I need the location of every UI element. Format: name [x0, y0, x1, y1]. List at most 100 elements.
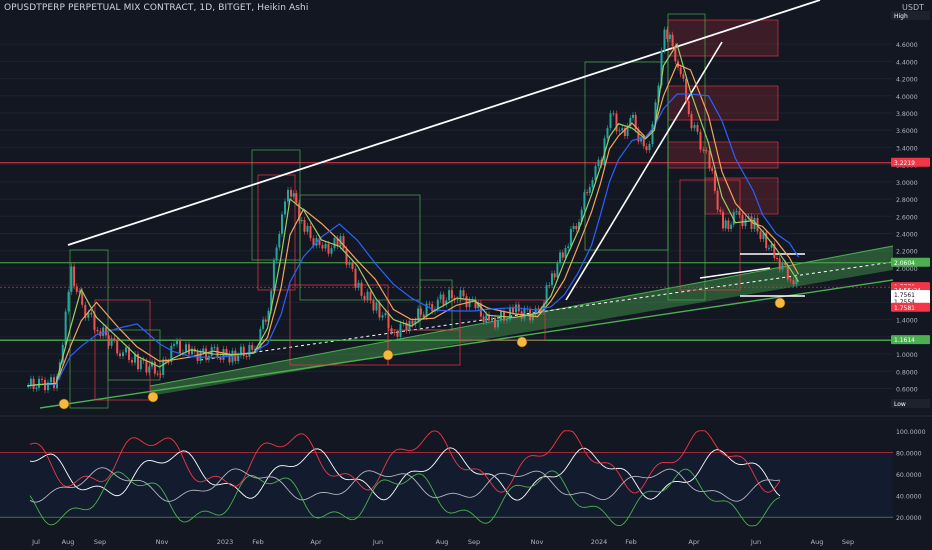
- candle: [448, 290, 451, 301]
- candle: [645, 146, 648, 151]
- candle: [148, 366, 151, 373]
- candle: [363, 295, 366, 300]
- candle: [727, 220, 730, 229]
- dashed-trendline: [199, 261, 894, 361]
- candle: [275, 247, 278, 261]
- candle: [708, 150, 711, 169]
- candle: [262, 319, 265, 329]
- candle: [468, 299, 471, 308]
- candle: [606, 128, 609, 139]
- candle: [776, 258, 778, 260]
- price-tags: High3.22192.06041.777024:55:241.75611.75…: [891, 11, 930, 408]
- candle: [70, 266, 73, 292]
- price-tag: 2.0604: [894, 260, 915, 267]
- candle: [156, 373, 159, 375]
- structure-box: [584, 61, 669, 251]
- chart-canvas[interactable]: 4.6000 4.4000 4.2000 4.0000 3.8000 3.6000 3.40…: [0, 0, 932, 550]
- candle: [53, 377, 55, 389]
- candle: [759, 231, 762, 240]
- candle: [324, 243, 327, 249]
- candle: [381, 315, 384, 318]
- candle: [618, 130, 621, 132]
- candle: [321, 245, 324, 249]
- candle: [75, 286, 78, 292]
- candle: [553, 273, 556, 278]
- candle: [575, 225, 578, 230]
- candle: [586, 192, 589, 194]
- candle: [569, 229, 572, 247]
- candle: [205, 348, 208, 360]
- candle: [588, 187, 591, 193]
- time-tick: Sep: [842, 538, 854, 546]
- time-tick: Apr: [310, 538, 322, 546]
- time-tick: Sep: [468, 538, 480, 546]
- price-tick: 4.6000: [896, 42, 918, 49]
- price-tick: 2.4000: [896, 232, 918, 239]
- price-tick: 3.4000: [896, 145, 918, 152]
- candle: [375, 302, 378, 311]
- structure-box: [251, 149, 301, 261]
- candle: [32, 378, 35, 389]
- candle: [179, 340, 181, 354]
- candle: [237, 355, 240, 362]
- structure-box: [257, 174, 296, 291]
- candle: [612, 113, 615, 115]
- candle: [93, 314, 96, 330]
- candle: [462, 290, 465, 297]
- candle: [609, 113, 612, 129]
- candle: [295, 193, 298, 204]
- candle: [245, 356, 248, 358]
- candle: [693, 124, 696, 129]
- candle: [242, 346, 245, 357]
- candle: [399, 323, 402, 337]
- candle: [741, 215, 744, 227]
- candle: [722, 211, 724, 229]
- candle: [384, 313, 387, 316]
- candle: [173, 344, 175, 346]
- candle: [735, 211, 738, 213]
- time-tick: Aug: [811, 538, 824, 546]
- candle: [110, 338, 113, 346]
- candle: [666, 29, 669, 39]
- candle: [711, 168, 714, 171]
- candle: [281, 214, 283, 234]
- candle: [699, 131, 702, 150]
- time-tick: Aug: [436, 538, 449, 546]
- candle: [278, 233, 281, 248]
- candle: [309, 225, 312, 239]
- price-tick: 1.0000: [896, 352, 918, 359]
- candle: [551, 273, 553, 286]
- candle: [679, 67, 682, 75]
- steep-trendline: [565, 41, 723, 301]
- candle: [450, 290, 453, 299]
- emoji-face-icon: [58, 398, 70, 410]
- price-tick: 2.6000: [896, 214, 918, 221]
- candle: [73, 266, 76, 287]
- price-tick: 3.8000: [896, 111, 918, 118]
- candle: [781, 262, 784, 270]
- candle: [559, 252, 562, 264]
- price-tag: 1.1614: [894, 337, 915, 344]
- candle: [497, 320, 499, 328]
- candle: [738, 211, 741, 216]
- candle: [67, 291, 70, 312]
- candle: [342, 236, 345, 249]
- candle: [264, 319, 267, 322]
- candle: [290, 189, 292, 197]
- supply-zone: [704, 177, 779, 215]
- structure-box: [299, 194, 421, 301]
- candle: [419, 308, 422, 315]
- candle: [792, 280, 795, 285]
- price-tick: 4.0000: [896, 94, 918, 101]
- candle: [354, 268, 357, 288]
- candle: [41, 378, 43, 380]
- candle: [572, 225, 575, 230]
- candle: [523, 308, 526, 319]
- candle: [671, 34, 674, 47]
- time-tick: Jun: [750, 538, 761, 546]
- emoji-face-icon: [516, 336, 528, 348]
- candle: [583, 192, 586, 210]
- candle: [789, 279, 792, 281]
- candle: [96, 329, 99, 332]
- candle: [685, 78, 688, 101]
